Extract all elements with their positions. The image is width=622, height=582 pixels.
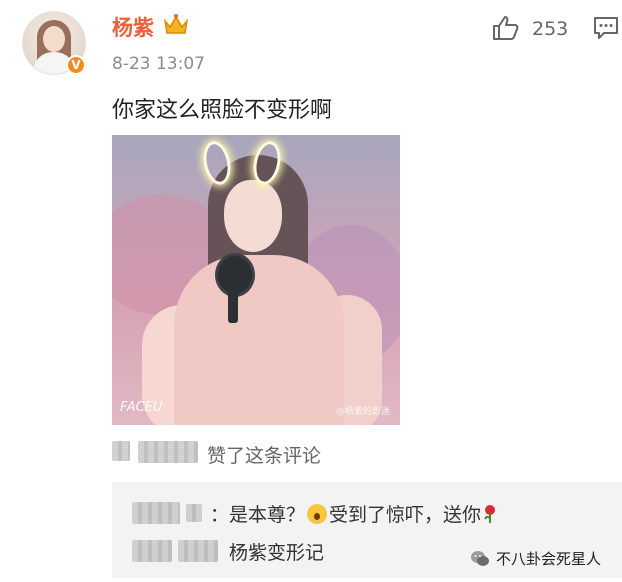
timestamp: 8-23 13:07: [112, 54, 205, 74]
photo-dress: [174, 255, 344, 425]
blurred-username: [132, 502, 180, 524]
footer-brand: 不八卦会死星人: [470, 548, 601, 569]
verified-icon: V: [66, 55, 86, 75]
blurred-username: [132, 540, 172, 562]
post-text: 你家这么照脸不变形啊: [112, 98, 333, 123]
surprised-emoji: [307, 504, 328, 524]
like-count: 253: [532, 18, 569, 40]
username[interactable]: 杨紫: [112, 12, 154, 42]
photo-watermark-app: FACEU: [120, 400, 163, 415]
blurred-avatar: [112, 441, 130, 461]
photo-face: [224, 180, 282, 252]
reply-item[interactable]: ：是本尊？ 受到了惊吓，送你: [210, 500, 497, 527]
blurred-username: [138, 441, 198, 463]
wechat-icon: [471, 550, 489, 566]
photo-watermark-source: @杨紫的影迷: [335, 407, 390, 417]
reply-text: 受到了惊吓，送你: [329, 504, 482, 526]
comment-icon[interactable]: [593, 16, 619, 40]
avatar-face: [43, 26, 65, 52]
blurred-username: [186, 504, 202, 522]
reply-text: ：是本尊？: [210, 504, 306, 526]
liked-by-text: 赞了这条评论: [207, 445, 322, 467]
reply-text: 杨紫变形记: [229, 542, 325, 564]
handheld-fan-handle: [228, 287, 238, 323]
like-icon[interactable]: [491, 15, 519, 41]
rose-emoji: [484, 505, 496, 523]
reply-item[interactable]: 杨紫变形记: [229, 538, 324, 565]
footer-brand-text: 不八卦会死星人: [496, 550, 602, 568]
post-photo[interactable]: FACEU @杨紫的影迷: [112, 135, 400, 425]
crown-icon: [163, 14, 189, 34]
blurred-username: [178, 540, 218, 562]
